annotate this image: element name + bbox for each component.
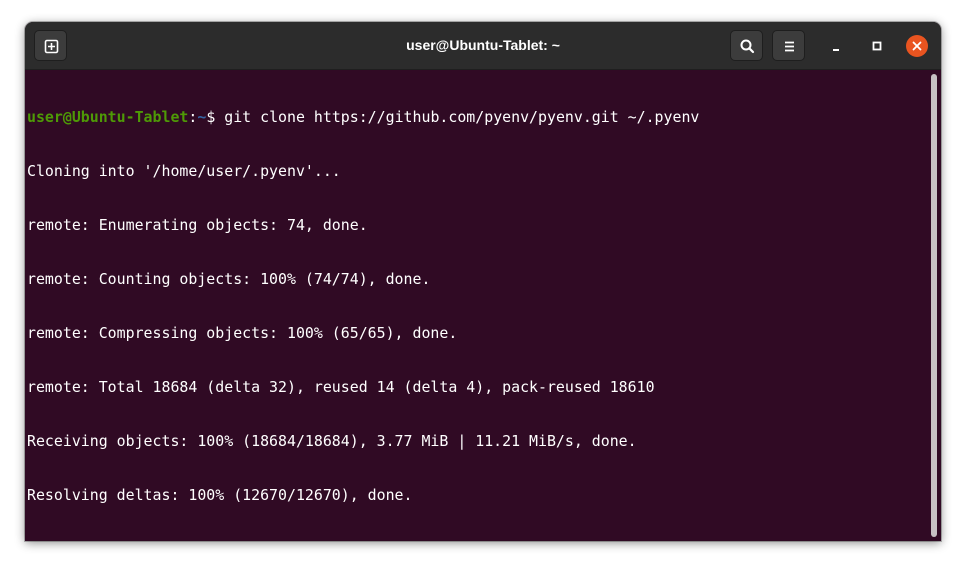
new-tab-icon	[44, 39, 59, 54]
menu-button[interactable]	[772, 30, 805, 61]
prompt-symbol: $	[206, 540, 215, 541]
prompt-symbol: $	[206, 108, 216, 126]
terminal-output-area[interactable]: user@Ubuntu-Tablet:~$ git clone https://…	[25, 70, 929, 541]
maximize-button[interactable]	[866, 35, 888, 57]
new-tab-button[interactable]	[34, 30, 67, 61]
prompt-path: ~	[197, 108, 207, 126]
hamburger-menu-icon	[785, 41, 794, 52]
close-icon	[912, 41, 922, 51]
command-line: user@Ubuntu-Tablet:~$ git clone https://…	[27, 108, 929, 126]
scrollbar[interactable]	[931, 74, 937, 537]
command-text: git clone https://github.com/pyenv/pyenv…	[215, 108, 700, 126]
output-line: Resolving deltas: 100% (12670/12670), do…	[27, 486, 413, 504]
minimize-icon	[833, 49, 839, 51]
header-bar: user@Ubuntu-Tablet: ~	[25, 22, 941, 70]
output-line: Cloning into '/home/user/.pyenv'...	[27, 162, 341, 180]
prompt-user-host: user@Ubuntu-Tablet	[27, 540, 188, 541]
search-icon	[740, 39, 755, 54]
prompt-colon: :	[188, 540, 197, 541]
output-line: remote: Compressing objects: 100% (65/65…	[27, 324, 458, 342]
search-button[interactable]	[730, 30, 763, 61]
output-line: remote: Enumerating objects: 74, done.	[27, 216, 368, 234]
close-button[interactable]	[906, 35, 928, 57]
text-cursor	[215, 540, 224, 541]
minimize-button[interactable]	[825, 35, 847, 57]
prompt-user-host: user@Ubuntu-Tablet	[27, 108, 189, 126]
output-line: Receiving objects: 100% (18684/18684), 3…	[27, 432, 637, 450]
prompt-colon: :	[188, 108, 198, 126]
current-prompt-line[interactable]: user@Ubuntu-Tablet:~$	[27, 540, 929, 541]
terminal-window: user@Ubuntu-Tablet: ~ user@Ubuntu-Tablet…	[25, 22, 941, 541]
prompt-path: ~	[197, 540, 206, 541]
maximize-icon	[872, 41, 882, 51]
output-line: remote: Counting objects: 100% (74/74), …	[27, 270, 431, 288]
output-line: remote: Total 18684 (delta 32), reused 1…	[27, 378, 655, 396]
